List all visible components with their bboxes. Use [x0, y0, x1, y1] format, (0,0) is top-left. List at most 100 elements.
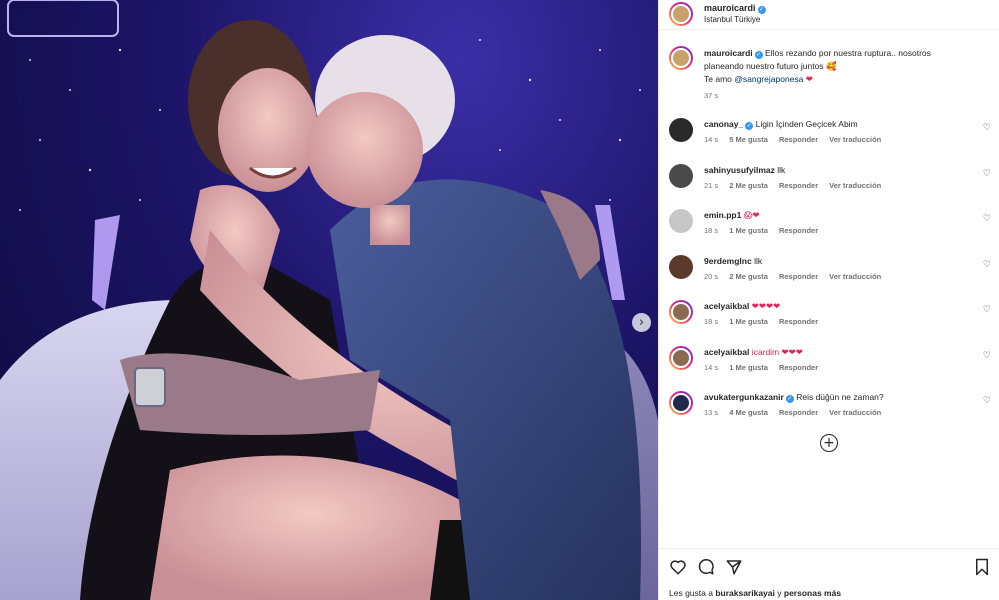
verified-icon: ✓: [757, 6, 766, 14]
comment-row: avukatergunkazanir ✓ Reis düğün ne zaman?…: [659, 391, 999, 431]
comment-time[interactable]: 21 s: [704, 181, 718, 190]
heart-icon[interactable]: [669, 558, 687, 576]
comment-likes[interactable]: 1 Me gusta: [729, 363, 768, 372]
comment-body: llk: [777, 164, 786, 175]
reply-button[interactable]: Responder: [779, 272, 818, 281]
comment-likes[interactable]: 2 Me gusta: [729, 181, 768, 190]
heart-icon[interactable]: ♡: [983, 260, 991, 270]
caption-username[interactable]: mauroicardi: [704, 48, 753, 58]
caption-timestamp[interactable]: 37 s: [704, 91, 718, 100]
ceiling-panel: [7, 0, 119, 37]
post-photo: ›: [0, 0, 658, 600]
comment-meta: 18 s 1 Me gusta Responder: [704, 226, 829, 235]
commenter-username[interactable]: acelyaikbal: [704, 347, 749, 357]
comment-likes[interactable]: 1 Me gusta: [729, 317, 768, 326]
caption-mention-link[interactable]: @sangrejaponesa: [734, 74, 803, 84]
reply-button[interactable]: Responder: [779, 363, 818, 372]
comment-row: emin.pp1 😱❤ 18 s 1 Me gusta Responder ♡: [659, 209, 999, 249]
reply-button[interactable]: Responder: [779, 135, 818, 144]
commenter-avatar[interactable]: [669, 300, 693, 324]
add-circle-icon[interactable]: +: [820, 434, 838, 452]
translate-button[interactable]: Ver traducción: [829, 272, 881, 281]
comment-row: acelyaikbal ❤❤❤❤ 18 s 1 Me gusta Responder ♡: [659, 300, 999, 340]
comment-text: sahinyusufyilmaz llk: [704, 164, 954, 176]
commenter-username[interactable]: canonay_: [704, 119, 743, 129]
bookmark-icon[interactable]: [974, 558, 990, 576]
heart-icon[interactable]: ♡: [983, 169, 991, 179]
author-username[interactable]: mauroicardi ✓: [704, 3, 766, 14]
comment-text: acelyaikbal icardim ❤❤❤: [704, 346, 954, 358]
caption-avatar[interactable]: [669, 46, 693, 70]
comment-text: canonay_ ✓ Ligin İçinden Geçicek Abim: [704, 118, 954, 130]
comment-body: Reis düğün ne zaman?: [796, 392, 884, 402]
commenter-avatar[interactable]: [669, 345, 693, 370]
comment-time[interactable]: 18 s: [704, 226, 718, 235]
heart-icon[interactable]: ♡: [983, 396, 991, 406]
verified-icon: ✓: [754, 51, 763, 59]
comment-time[interactable]: 13 s: [704, 408, 718, 417]
caption-emoji: 🥰: [825, 61, 837, 71]
commenter-avatar[interactable]: [669, 254, 693, 279]
comment-likes[interactable]: 5 Me gusta: [729, 135, 768, 144]
commenter-username[interactable]: 9erdemglnc: [704, 256, 752, 266]
reply-button[interactable]: Responder: [779, 181, 818, 190]
translate-button[interactable]: Ver traducción: [829, 135, 881, 144]
post-location[interactable]: Istanbul Türkiye: [704, 15, 760, 24]
comment-meta: 21 s 2 Me gusta Responder Ver traducción: [704, 181, 892, 190]
commenter-avatar[interactable]: [669, 391, 693, 415]
comment-icon[interactable]: [697, 558, 715, 576]
post-details-panel: mauroicardi ✓ Istanbul Türkiye mauroicard…: [658, 0, 999, 600]
share-icon[interactable]: [725, 558, 743, 576]
comment-time[interactable]: 14 s: [704, 135, 718, 144]
comment-likes[interactable]: 1 Me gusta: [729, 226, 768, 235]
commenter-username[interactable]: sahinyusufyilmaz: [704, 165, 775, 175]
post-header: mauroicardi ✓ Istanbul Türkiye: [659, 0, 999, 30]
liked-by-user[interactable]: buraksarikayai: [715, 588, 775, 598]
comment-time[interactable]: 20 s: [704, 272, 718, 281]
man-face: [307, 92, 423, 208]
comment-likes[interactable]: 2 Me gusta: [729, 272, 768, 281]
commenter-username[interactable]: avukatergunkazanir: [704, 392, 784, 402]
heart-icon[interactable]: ♡: [983, 351, 991, 361]
comment-text: 9erdemglnc llk: [704, 255, 954, 267]
comment-meta: 20 s 2 Me gusta Responder Ver traducción: [704, 272, 892, 281]
caption-text-line1: Ellos rezando por nuestra ruptura.. noso…: [765, 48, 931, 58]
commenter-avatar[interactable]: [669, 209, 693, 233]
author-avatar[interactable]: [669, 2, 693, 26]
comment-meta: 14 s 1 Me gusta Responder: [704, 363, 829, 372]
comment-body: ❤❤❤❤: [751, 301, 781, 311]
comment-likes[interactable]: 4 Me gusta: [729, 408, 768, 417]
heart-icon[interactable]: ♡: [983, 123, 991, 133]
comment-meta: 13 s 4 Me gusta Responder Ver traducción: [704, 408, 892, 417]
liked-by-others[interactable]: personas más: [784, 588, 841, 598]
commenter-avatar[interactable]: [669, 163, 693, 188]
woman-legs: [150, 455, 470, 600]
commenter-username[interactable]: emin.pp1: [704, 210, 741, 220]
wristwatch: [134, 367, 166, 407]
comment-row: acelyaikbal icardim ❤❤❤ 14 s 1 Me gusta Res…: [659, 345, 999, 386]
reply-button[interactable]: Responder: [779, 226, 818, 235]
comment-time[interactable]: 18 s: [704, 317, 718, 326]
post-caption: mauroicardi ✓ Ellos rezando por nuestra r…: [704, 47, 964, 87]
reply-button[interactable]: Responder: [779, 317, 818, 326]
comment-row: sahinyusufyilmaz llk 21 s 2 Me gusta Respon…: [659, 163, 999, 204]
reply-button[interactable]: Responder: [779, 408, 818, 417]
caption-text-line3: Te amo: [704, 74, 732, 84]
commenter-username[interactable]: acelyaikbal: [704, 301, 749, 311]
comment-body: llk: [754, 255, 763, 266]
caption-text-line2: planeando nuestro futuro juntos: [704, 61, 824, 71]
comment-meta: 18 s 1 Me gusta Responder: [704, 317, 829, 326]
heart-icon[interactable]: ♡: [983, 305, 991, 315]
commenter-avatar[interactable]: [669, 118, 693, 142]
verified-icon: ✓: [785, 395, 794, 403]
comment-row: canonay_ ✓ Ligin İçinden Geçicek Abim 14 s…: [659, 118, 999, 158]
translate-button[interactable]: Ver traducción: [829, 181, 881, 190]
comment-body: icardim ❤❤❤: [751, 346, 803, 357]
comment-body: Ligin İçinden Geçicek Abim: [755, 119, 858, 129]
neon-light-left: [92, 215, 120, 310]
comment-body: 😱❤: [743, 210, 760, 220]
heart-icon[interactable]: ♡: [983, 214, 991, 224]
next-arrow-icon[interactable]: ›: [632, 313, 651, 332]
comment-time[interactable]: 14 s: [704, 363, 718, 372]
translate-button[interactable]: Ver traducción: [829, 408, 881, 417]
